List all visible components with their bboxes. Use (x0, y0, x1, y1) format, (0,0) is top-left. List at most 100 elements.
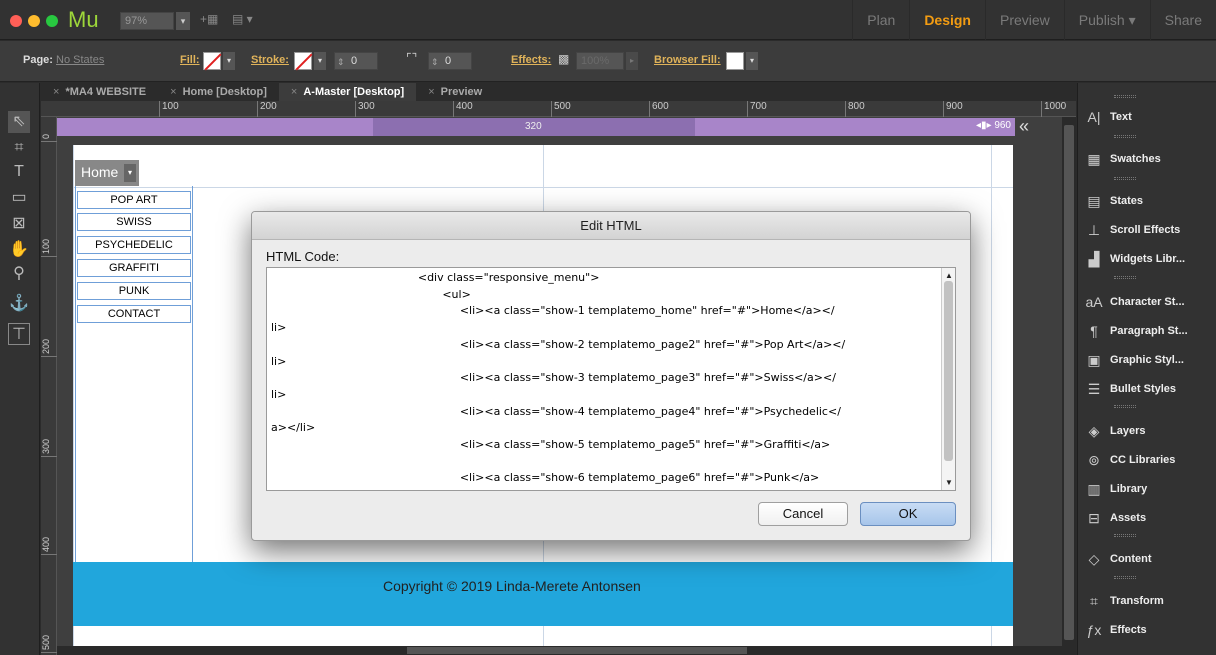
text-frame-tool-icon[interactable]: ⊤ (8, 323, 30, 345)
states-icon: ▤ (1087, 192, 1101, 209)
maximize-window-button[interactable] (46, 15, 58, 27)
panel-library[interactable]: ▥ Library (1078, 475, 1216, 503)
panel-graphic-styles[interactable]: ▣ Graphic Styl... (1078, 346, 1216, 374)
anchor-tool-icon[interactable]: ⚓ (8, 293, 30, 315)
browser-fill-dropdown-icon[interactable]: ▾ (746, 52, 758, 70)
mode-preview[interactable]: Preview (985, 0, 1064, 40)
panel-assets[interactable]: ⊟ Assets (1078, 504, 1216, 532)
panel-grip[interactable] (1114, 135, 1136, 138)
image-frame-tool-icon[interactable]: ⊠ (8, 213, 30, 235)
scrollbar-thumb[interactable] (407, 647, 747, 654)
mode-plan[interactable]: Plan (852, 0, 909, 40)
browser-fill-swatch[interactable] (726, 52, 744, 70)
panel-effects[interactable]: ƒx Effects (1078, 616, 1216, 644)
close-icon[interactable]: × (53, 86, 59, 98)
menu-item-swiss[interactable]: SWISS (77, 213, 191, 231)
opacity-slider-icon[interactable]: ▸ (626, 52, 638, 70)
horizontal-scrollbar[interactable] (57, 646, 1062, 655)
stroke-dropdown-icon[interactable]: ▾ (314, 52, 326, 70)
tab-preview[interactable]: × Preview (416, 83, 494, 101)
stepper-icon[interactable]: ⇕ (431, 54, 439, 70)
breakpoint-max-marker[interactable]: ◂▮▸ 960 (976, 120, 1011, 131)
zoom-dropdown-icon[interactable]: ▾ (176, 12, 190, 30)
panel-transform[interactable]: ⌗ Transform (1078, 587, 1216, 615)
tab-a-master-desktop[interactable]: × A-Master [Desktop] (278, 83, 417, 101)
fill-swatch[interactable] (203, 52, 221, 70)
panel-content[interactable]: ◇ Content (1078, 545, 1216, 573)
zoom-tool-icon[interactable]: ⚲ (8, 263, 30, 285)
fill-label[interactable]: Fill: (180, 54, 200, 66)
corner-radius-field[interactable]: ⇕ 0 (428, 52, 472, 70)
page-state-value[interactable]: No States (56, 54, 104, 66)
zoom-field[interactable]: 97% (120, 12, 174, 30)
stroke-label[interactable]: Stroke: (251, 54, 289, 66)
panel-paragraph-styles[interactable]: ¶ Paragraph St... (1078, 317, 1216, 345)
close-icon[interactable]: × (291, 86, 297, 98)
code-scrollbar[interactable]: ▲ ▼ (941, 268, 955, 490)
mode-share[interactable]: Share (1149, 0, 1216, 40)
scroll-down-icon[interactable]: ▼ (945, 478, 953, 487)
menu-item-contact[interactable]: CONTACT (77, 305, 191, 323)
panel-character-styles[interactable]: aA Character St... (1078, 288, 1216, 316)
ruler-tick: 500 (41, 623, 57, 653)
rectangle-tool-icon[interactable]: ▭ (8, 187, 30, 209)
effects-label[interactable]: Effects: (511, 54, 551, 66)
panel-swatches[interactable]: ▦ Swatches (1078, 145, 1216, 173)
breakpoint-bar[interactable]: 320 ◂▮▸ 960 (57, 118, 1015, 136)
home-menu-button[interactable]: Home ▾ (75, 160, 139, 186)
menu-item-punk[interactable]: PUNK (77, 282, 191, 300)
mode-publish[interactable]: Publish ▾ (1063, 0, 1150, 40)
ok-button[interactable]: OK (860, 502, 956, 526)
horizontal-ruler[interactable]: 100 200 300 400 500 600 700 800 900 1000 (41, 101, 1076, 117)
vertical-ruler[interactable]: 0 100 200 300 400 500 (41, 117, 57, 655)
chevron-down-icon[interactable]: ▾ (124, 164, 136, 182)
menu-item-pop-art[interactable]: POP ART (77, 191, 191, 209)
add-page-icon[interactable]: +▦ (200, 12, 218, 30)
html-code-textarea[interactable]: <div class="responsive_menu"> <ul> <li><… (266, 267, 956, 491)
panel-grip[interactable] (1114, 276, 1136, 279)
minimize-window-button[interactable] (28, 15, 40, 27)
panel-grip[interactable] (1114, 405, 1136, 408)
html-code-text[interactable]: <div class="responsive_menu"> <ul> <li><… (271, 270, 939, 490)
text-tool-icon[interactable]: T (8, 161, 30, 183)
tab-ma4-website[interactable]: × *MA4 WEBSITE (41, 83, 158, 101)
crop-tool-icon[interactable]: ⌗ (8, 137, 30, 159)
bullet-styles-icon: ☰ (1087, 380, 1101, 397)
fill-dropdown-icon[interactable]: ▾ (223, 52, 235, 70)
tab-home-desktop[interactable]: × Home [Desktop] (158, 83, 279, 101)
panel-text[interactable]: A| Text (1078, 103, 1216, 131)
scrollbar-thumb[interactable] (944, 281, 953, 461)
selection-tool-icon[interactable]: ⇖ (8, 111, 30, 133)
stroke-swatch[interactable] (294, 52, 312, 70)
browser-fill-label[interactable]: Browser Fill: (654, 54, 721, 66)
opacity-field[interactable]: 100% (576, 52, 624, 70)
panel-grip[interactable] (1114, 177, 1136, 180)
close-icon[interactable]: × (428, 86, 434, 98)
panel-grip[interactable] (1114, 534, 1136, 537)
close-window-button[interactable] (10, 15, 22, 27)
hand-tool-icon[interactable]: ✋ (8, 239, 30, 261)
menu-item-psychedelic[interactable]: PSYCHEDELIC (77, 236, 191, 254)
layout-menu-icon[interactable]: ▤ ▾ (232, 12, 253, 30)
scroll-up-icon[interactable]: ▲ (945, 271, 953, 280)
stroke-width-field[interactable]: ⇕ 0 (334, 52, 378, 70)
panel-grip[interactable] (1114, 576, 1136, 579)
stepper-icon[interactable]: ⇕ (337, 54, 345, 70)
ruler-tick: 300 (41, 427, 57, 457)
scrollbar-thumb[interactable] (1064, 125, 1074, 640)
panel-layers[interactable]: ◈ Layers (1078, 417, 1216, 445)
menu-item-graffiti[interactable]: GRAFFITI (77, 259, 191, 277)
mode-design[interactable]: Design (909, 0, 985, 40)
vertical-scrollbar[interactable] (1062, 117, 1076, 655)
footer-copyright[interactable]: Copyright © 2019 Linda-Merete Antonsen (383, 578, 641, 594)
footer-band[interactable]: Copyright © 2019 Linda-Merete Antonsen (73, 562, 1013, 626)
panel-states[interactable]: ▤ States (1078, 187, 1216, 215)
panel-bullet-styles[interactable]: ☰ Bullet Styles (1078, 375, 1216, 403)
collapse-breakpoints-icon[interactable]: « (1019, 117, 1029, 137)
panel-widgets-library[interactable]: ▟ Widgets Libr... (1078, 245, 1216, 273)
close-icon[interactable]: × (170, 86, 176, 98)
panel-cc-libraries[interactable]: ⊚ CC Libraries (1078, 446, 1216, 474)
panel-grip[interactable] (1114, 95, 1136, 98)
cancel-button[interactable]: Cancel (758, 502, 848, 526)
panel-scroll-effects[interactable]: ⊥ Scroll Effects (1078, 216, 1216, 244)
